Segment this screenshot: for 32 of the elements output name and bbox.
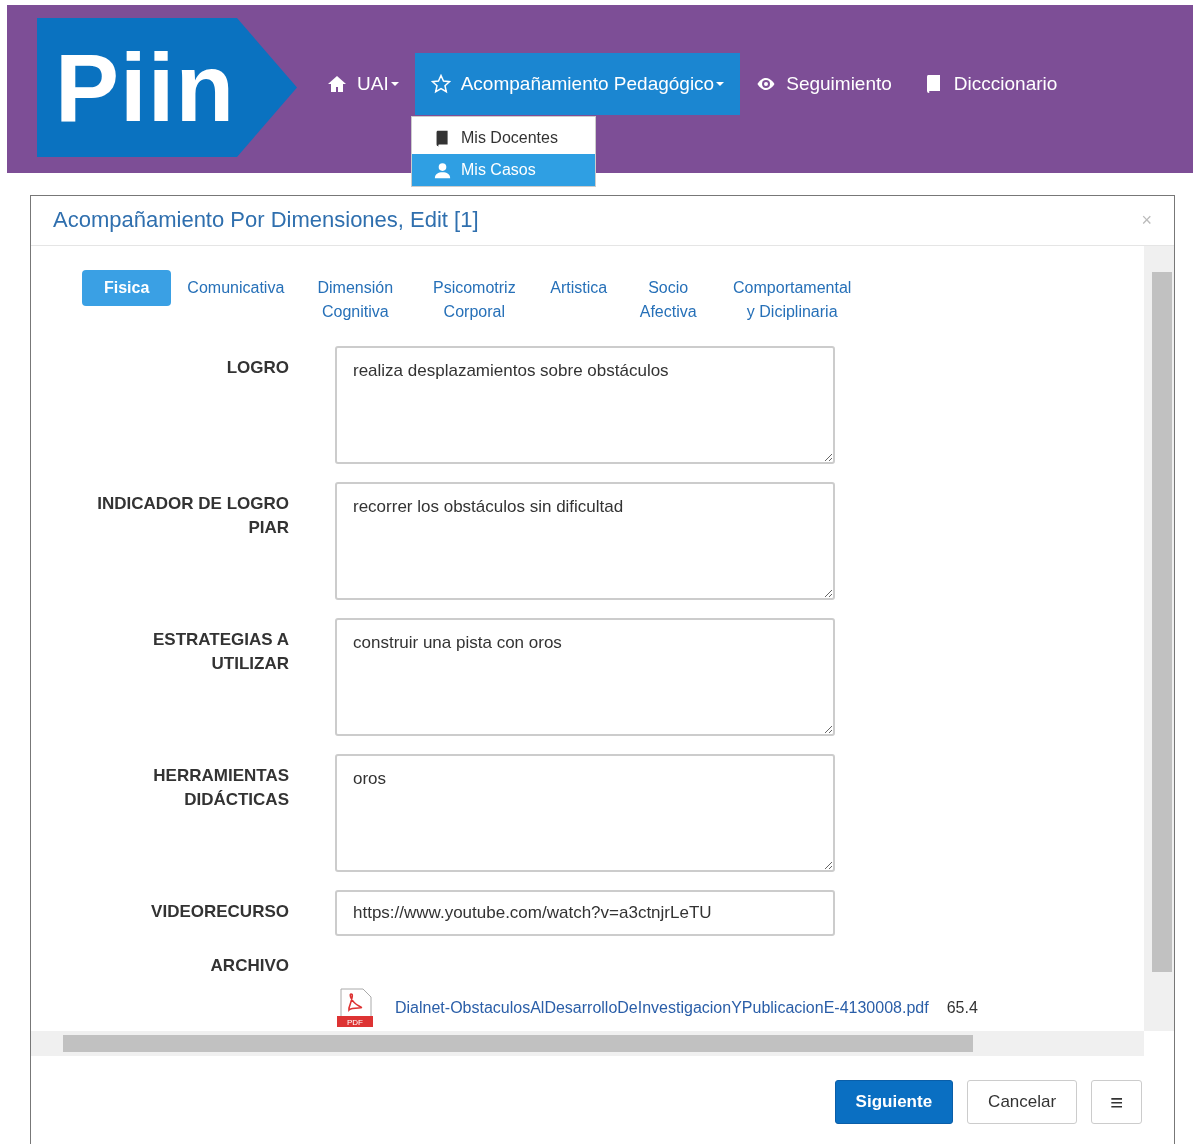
field-label: HERRAMIENTAS DIDÁCTICAS xyxy=(152,765,289,811)
book-icon xyxy=(434,129,451,147)
text-area[interactable]: oros xyxy=(335,754,835,872)
modal-title: Acompañamiento Por Dimensiones, Edit [1] xyxy=(53,207,479,234)
tab[interactable]: Artistica xyxy=(538,270,620,306)
nav-link[interactable]: Dicccionario xyxy=(907,53,1074,115)
file-size: 65.4 xyxy=(946,998,978,1018)
user-icon xyxy=(434,161,451,179)
nav-link[interactable]: Acompañamiento Pedagógico xyxy=(414,53,741,115)
cancel-button[interactable]: Cancelar xyxy=(967,1080,1078,1124)
input-field[interactable]: https://www.youtube.com/watch?v=a3ctnjrLeTU xyxy=(335,890,835,936)
next-button[interactable]: Siguiente xyxy=(834,1080,954,1124)
menu-button[interactable]: ≡ xyxy=(1091,1080,1142,1124)
text-area[interactable]: realiza desplazamientos sobre obstáculos xyxy=(335,346,835,464)
field-label: VIDEORECURSO xyxy=(150,901,289,923)
tab[interactable]: Comunicativa xyxy=(175,270,297,306)
tab[interactable]: Dimensión Cognitiva xyxy=(300,270,411,330)
home-icon xyxy=(327,74,347,94)
text-area[interactable]: recorrer los obstáculos sin dificultad xyxy=(335,482,835,600)
tab[interactable]: Socio Afectiva xyxy=(623,270,714,330)
field-label: ESTRATEGIAS A UTILIZAR xyxy=(152,629,289,675)
field-label: LOGRO xyxy=(225,357,289,379)
text-area[interactable]: construir una pista con oros xyxy=(335,618,835,736)
tab[interactable]: Comportamental y Diciplinaria xyxy=(717,270,868,330)
nav-link[interactable]: Seguimiento xyxy=(740,53,908,115)
tab[interactable]: Psicomotriz Corporal xyxy=(414,270,535,330)
field-label: ARCHIVO xyxy=(209,955,289,977)
nav-link[interactable]: UAI xyxy=(311,53,415,115)
file-link[interactable]: Dialnet-ObstaculosAlDesarrolloDeInvestigacionYPublicacionE-4130008.pdf xyxy=(395,996,929,1020)
logo[interactable]: Piin xyxy=(37,18,297,157)
star-icon xyxy=(430,74,451,94)
field-label: INDICADOR DE LOGRO PIAR xyxy=(96,493,289,539)
